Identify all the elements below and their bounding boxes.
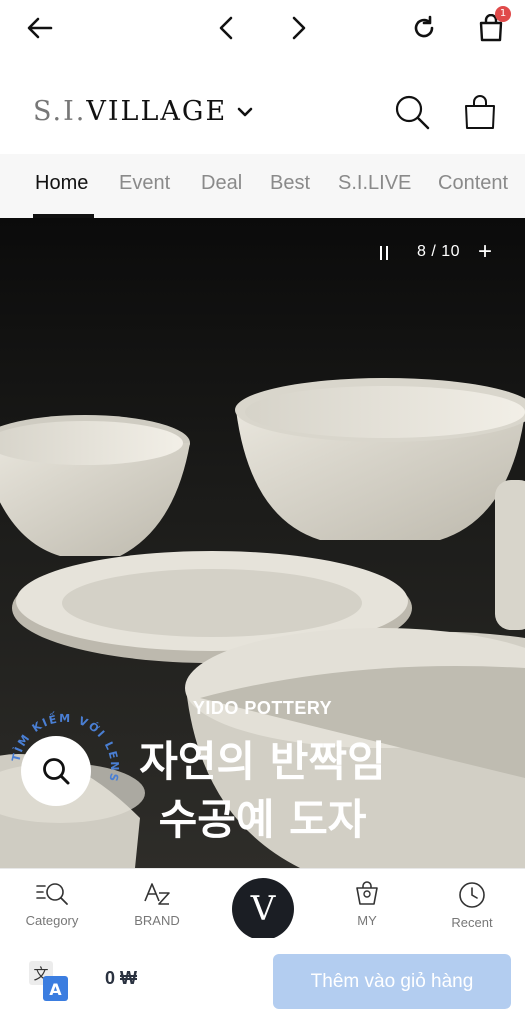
pause-button[interactable] bbox=[380, 246, 394, 262]
add-to-cart-button[interactable]: Thêm vào giỏ hàng bbox=[273, 954, 511, 1009]
nav-recent[interactable]: Recent bbox=[427, 881, 517, 930]
tab-silive[interactable]: S.I.LIVE bbox=[338, 172, 411, 195]
next-page-button[interactable] bbox=[281, 10, 317, 46]
shopping-bag-icon bbox=[465, 95, 495, 129]
my-shopping-icon bbox=[356, 881, 378, 905]
search-button[interactable] bbox=[392, 92, 432, 132]
total-price: 0 ₩ bbox=[105, 968, 138, 988]
plus-icon[interactable]: + bbox=[478, 240, 492, 264]
translate-icon[interactable]: 文 A bbox=[28, 960, 70, 1002]
svg-text:A: A bbox=[49, 980, 62, 999]
site-logo[interactable]: S.I.VILLAGE bbox=[33, 96, 253, 127]
previous-page-button[interactable] bbox=[208, 10, 244, 46]
browser-cart-button[interactable]: 1 bbox=[473, 6, 511, 46]
search-icon bbox=[43, 758, 70, 785]
cart-bar: 文 A 0 ₩ Thêm vào giỏ hàng bbox=[0, 938, 525, 1024]
bottom-navigation: Category BRAND V MY Recent bbox=[0, 868, 525, 940]
nav-my-label: MY bbox=[357, 913, 377, 928]
chevron-left-icon bbox=[219, 16, 233, 40]
nav-my[interactable]: MY bbox=[322, 881, 412, 928]
shopping-bag-button[interactable] bbox=[460, 92, 500, 132]
reload-button[interactable] bbox=[406, 10, 442, 46]
browser-toolbar: 1 bbox=[0, 0, 525, 58]
a-to-z-icon bbox=[144, 883, 170, 905]
category-search-icon bbox=[36, 883, 68, 905]
nav-category[interactable]: Category bbox=[7, 881, 97, 928]
nav-brand-label: BRAND bbox=[134, 913, 180, 928]
slide-counter: 8 / 10 bbox=[417, 243, 461, 260]
lens-search-button[interactable] bbox=[21, 736, 91, 806]
site-header: S.I.VILLAGE bbox=[0, 78, 525, 148]
tab-home[interactable]: Home bbox=[35, 172, 88, 195]
tab-event[interactable]: Event bbox=[119, 172, 170, 195]
tab-best[interactable]: Best bbox=[270, 172, 310, 195]
main-tabs: Home Event Deal Best S.I.LIVE Content bbox=[0, 154, 525, 218]
tab-deal[interactable]: Deal bbox=[201, 172, 242, 195]
clock-icon bbox=[459, 882, 485, 908]
back-button[interactable] bbox=[22, 10, 58, 46]
search-icon bbox=[395, 95, 430, 130]
arrow-left-icon bbox=[27, 17, 53, 39]
nav-category-label: Category bbox=[25, 913, 79, 928]
logo-prefix: S.I. bbox=[33, 96, 87, 127]
v-home-button[interactable]: V bbox=[232, 878, 294, 940]
chevron-down-icon bbox=[237, 107, 253, 116]
tab-content[interactable]: Content bbox=[438, 172, 508, 195]
chevron-right-icon bbox=[292, 16, 306, 40]
refresh-icon bbox=[414, 15, 434, 38]
nav-brand[interactable]: BRAND bbox=[112, 881, 202, 928]
cart-count-badge: 1 bbox=[495, 6, 511, 22]
nav-recent-label: Recent bbox=[451, 915, 493, 930]
logo-name: VILLAGE bbox=[86, 96, 228, 127]
